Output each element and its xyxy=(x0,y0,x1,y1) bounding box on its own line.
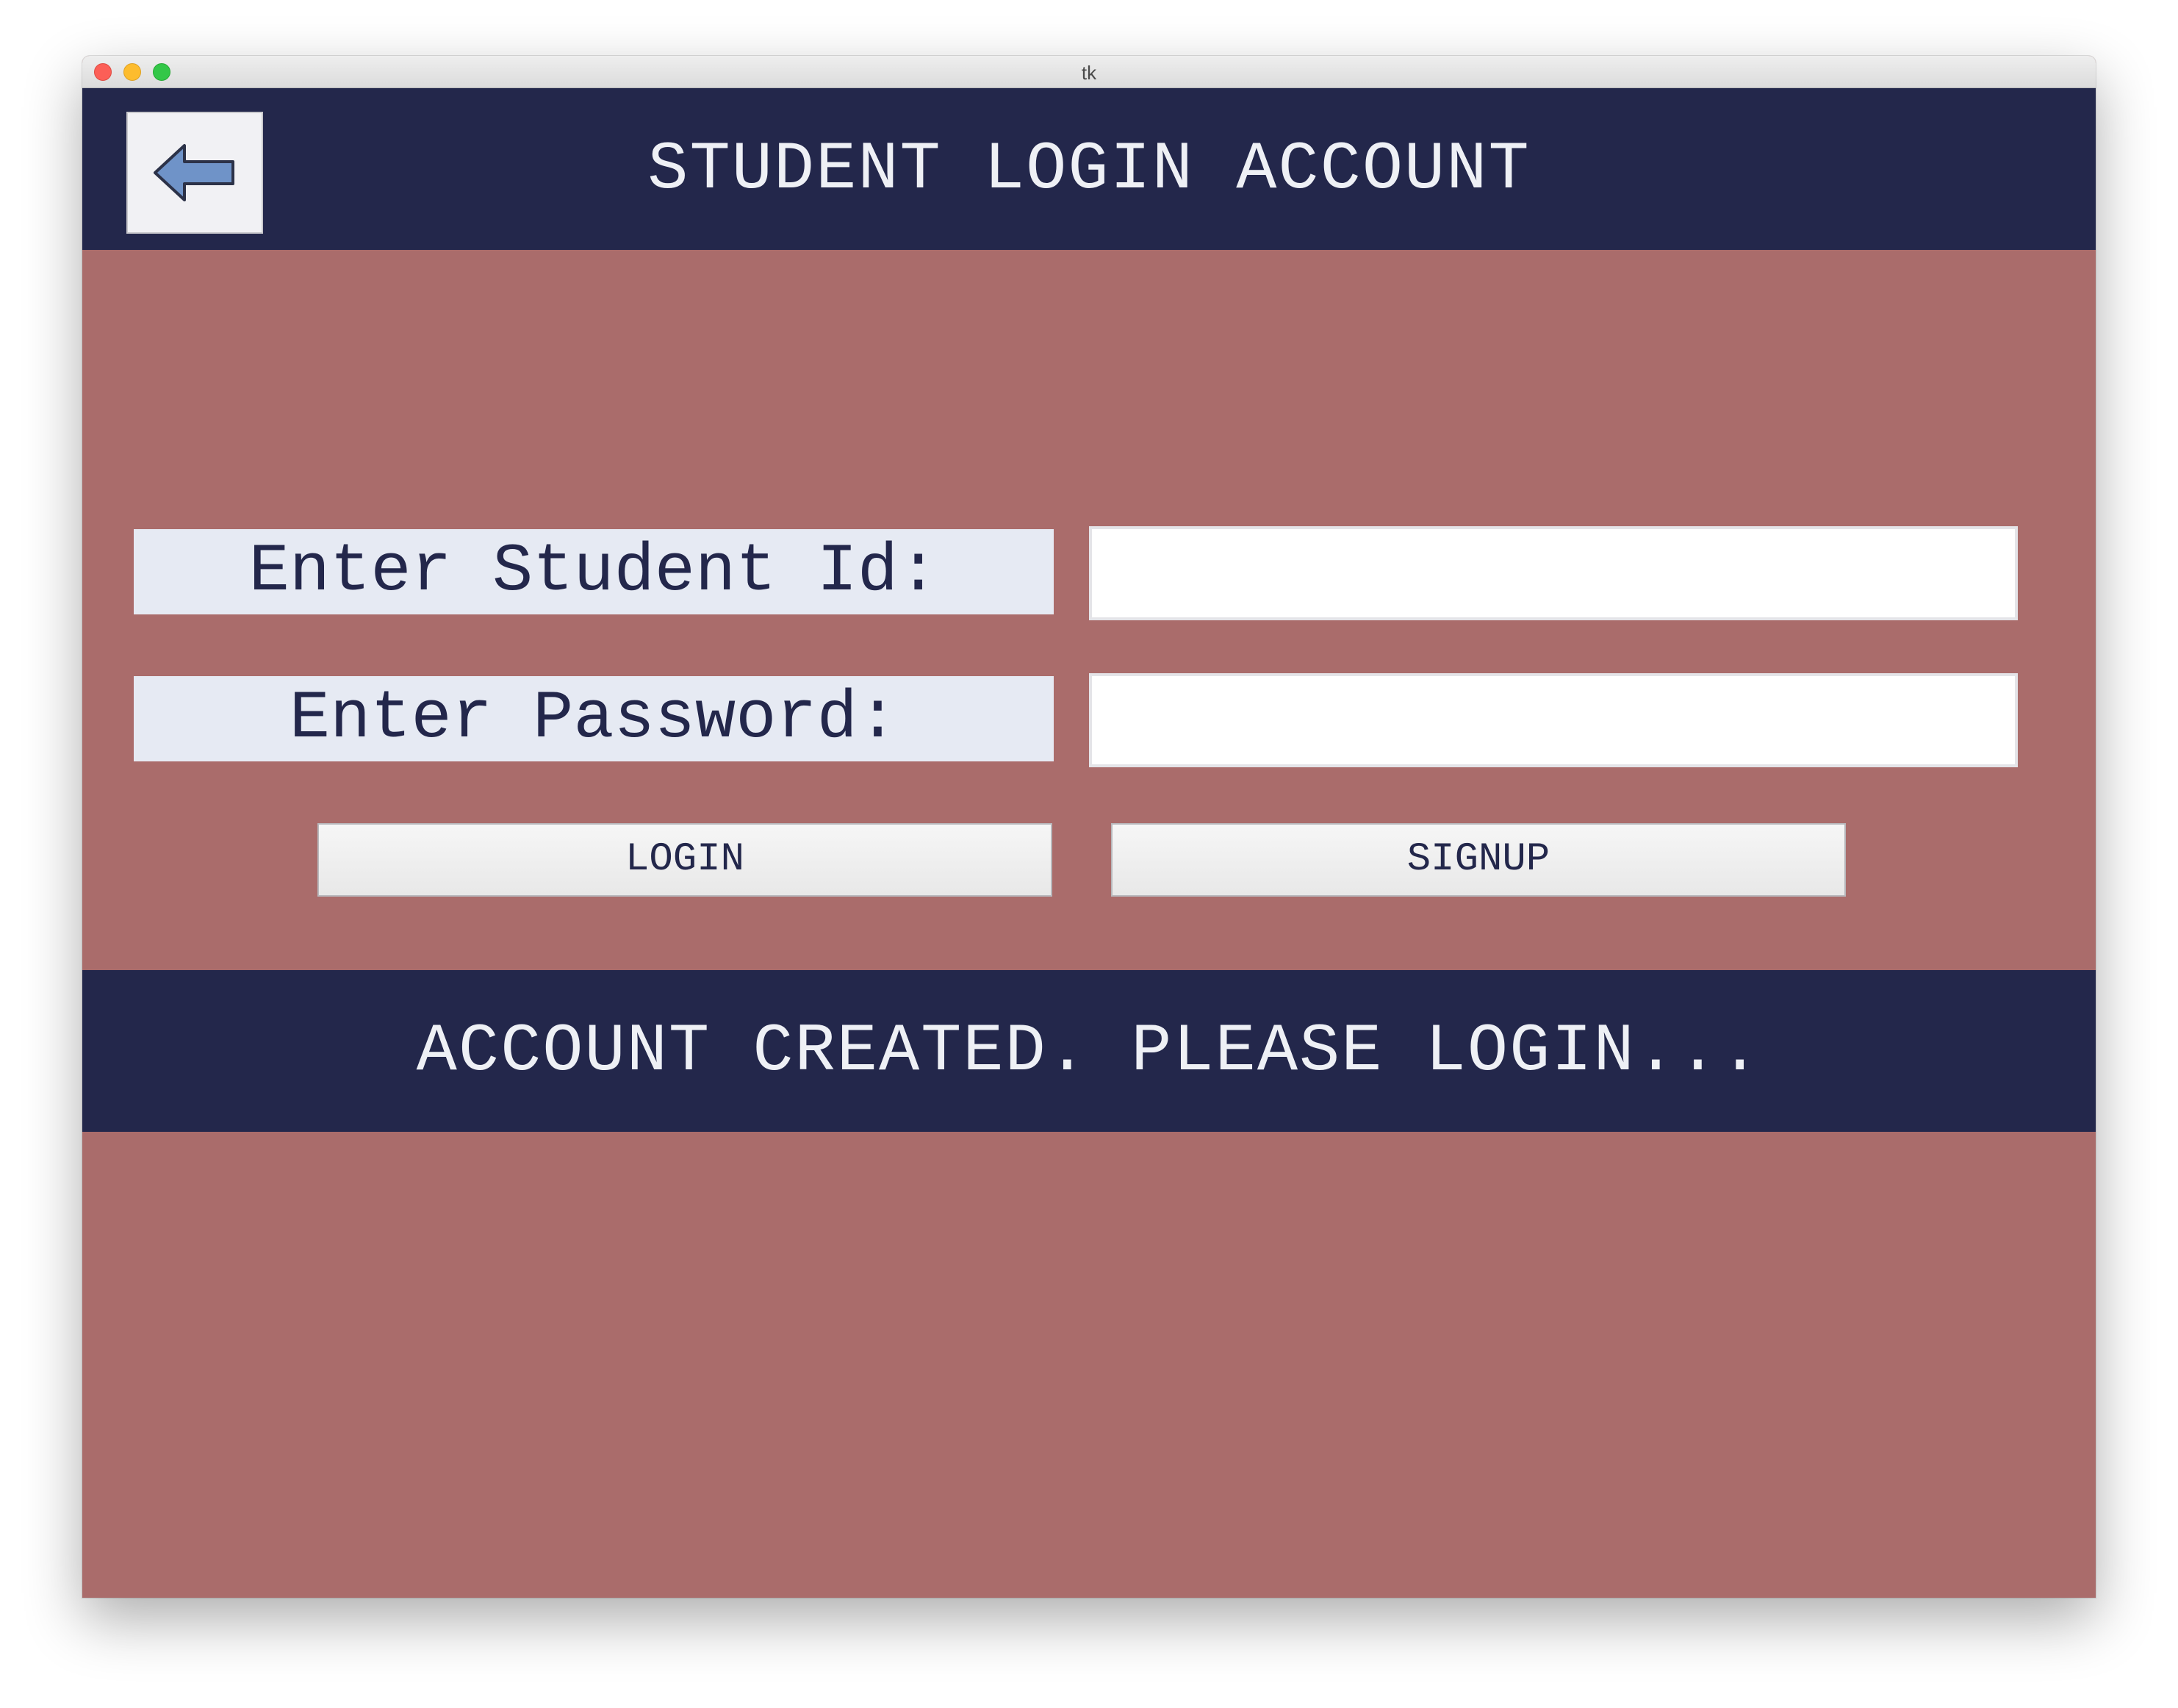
app-window: tk STUDENT LOGIN ACCOUNT Enter Student I… xyxy=(82,56,2096,1598)
student-id-label: Enter Student Id: xyxy=(134,529,1054,614)
status-message: ACCOUNT CREATED. PLEASE LOGIN... xyxy=(416,1013,1762,1090)
login-button[interactable]: LOGIN xyxy=(317,823,1052,897)
page-title: STUDENT LOGIN ACCOUNT xyxy=(647,131,1531,208)
signup-button[interactable]: SIGNUP xyxy=(1111,823,1846,897)
window-title: tk xyxy=(1081,62,1097,84)
password-input[interactable] xyxy=(1089,673,2018,767)
header-bar: STUDENT LOGIN ACCOUNT xyxy=(82,88,2096,250)
password-label: Enter Password: xyxy=(134,676,1054,761)
status-bar: ACCOUNT CREATED. PLEASE LOGIN... xyxy=(82,970,2096,1132)
student-id-input[interactable] xyxy=(1089,526,2018,620)
window-titlebar[interactable]: tk xyxy=(82,56,2096,88)
